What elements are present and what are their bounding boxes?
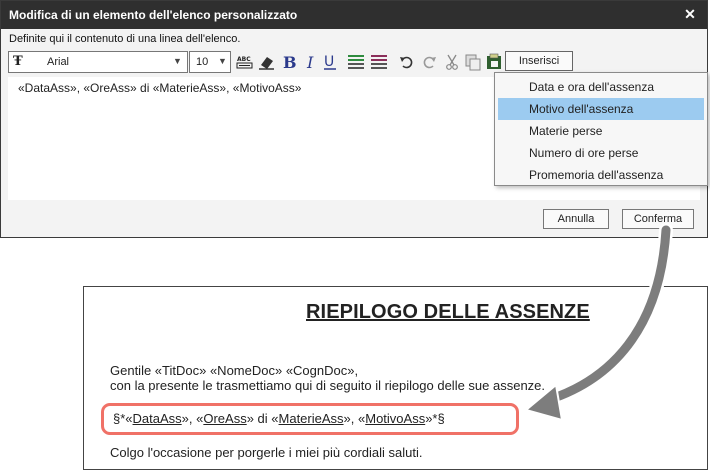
underline-icon[interactable]: U [321,52,341,72]
highlighted-template-line: §*«DataAss», «OreAss» di «MaterieAss», «… [101,403,519,435]
close-icon[interactable]: ✕ [681,5,699,23]
document-preview: RIEPILOGO DELLE ASSENZE Gentile «TitDoc»… [83,286,708,470]
template-part: §*« [113,411,133,426]
closing-line: Colgo l'occasione per porgerle i miei pi… [110,445,423,460]
cancel-button[interactable]: Annulla [543,209,609,229]
highlight-color-icon[interactable] [369,52,389,72]
svg-text:U: U [324,54,334,70]
template-line: §*«DataAss», «OreAss» di «MaterieAss», «… [113,411,445,426]
field-ore-ass: OreAss [203,411,247,426]
insert-dropdown-menu: Data e ora dell'assenza Motivo dell'asse… [494,72,708,186]
template-part: »*§ [425,411,445,426]
svg-text:I: I [306,53,314,72]
field-data-ass: DataAss [132,411,182,426]
undo-icon[interactable] [397,52,417,72]
chevron-down-icon: ▼ [218,56,227,66]
redo-icon[interactable] [419,52,439,72]
menu-item-data-ora[interactable]: Data e ora dell'assenza [498,76,704,98]
template-part: » di « [246,411,279,426]
editor-content: «DataAss», «OreAss» di «MaterieAss», «Mo… [18,81,302,95]
template-part: », « [181,411,204,426]
menu-item-numero-ore[interactable]: Numero di ore perse [498,142,704,164]
instruction-text: Definite qui il contenuto di una linea d… [9,33,241,45]
dialog-footer: Annulla Conferma [1,201,707,237]
cut-icon[interactable] [442,52,462,72]
dialog-titlebar: Modifica di un elemento dell'elenco pers… [1,1,707,29]
svg-text:B: B [283,53,297,72]
chevron-down-icon: ▼ [173,56,182,66]
menu-item-promemoria[interactable]: Promemoria dell'assenza [498,164,704,186]
bold-icon[interactable]: B [279,52,299,72]
font-family-value: Arial [47,56,70,68]
menu-item-motivo[interactable]: Motivo dell'assenza [498,98,704,120]
italic-icon[interactable]: I [301,52,321,72]
abc-icon[interactable]: ABC [235,52,255,72]
document-title: RIEPILOGO DELLE ASSENZE [306,301,590,323]
paste-icon[interactable] [484,52,504,72]
intro-line: con la presente le trasmettiamo qui di s… [110,378,546,393]
font-family-select[interactable]: Ŧ Arial ▼ [8,51,188,73]
field-materie-ass: MaterieAss [278,411,344,426]
text-color-icon[interactable] [346,52,366,72]
eraser-icon[interactable] [257,52,277,72]
font-size-select[interactable]: 10 ▼ [189,51,231,73]
greeting-line: Gentile «TitDoc» «NomeDoc» «CognDoc», [110,363,359,378]
field-motivo-ass: MotivoAss [365,411,426,426]
font-icon: Ŧ [13,54,23,69]
menu-item-materie[interactable]: Materie perse [498,120,704,142]
font-size-value: 10 [196,56,209,68]
insert-button[interactable]: Inserisci [505,51,573,71]
confirm-button[interactable]: Conferma [622,209,694,229]
template-part: », « [343,411,366,426]
dialog-title: Modifica di un elemento dell'elenco pers… [9,8,298,22]
svg-text:ABC: ABC [237,56,251,63]
copy-icon[interactable] [463,52,483,72]
